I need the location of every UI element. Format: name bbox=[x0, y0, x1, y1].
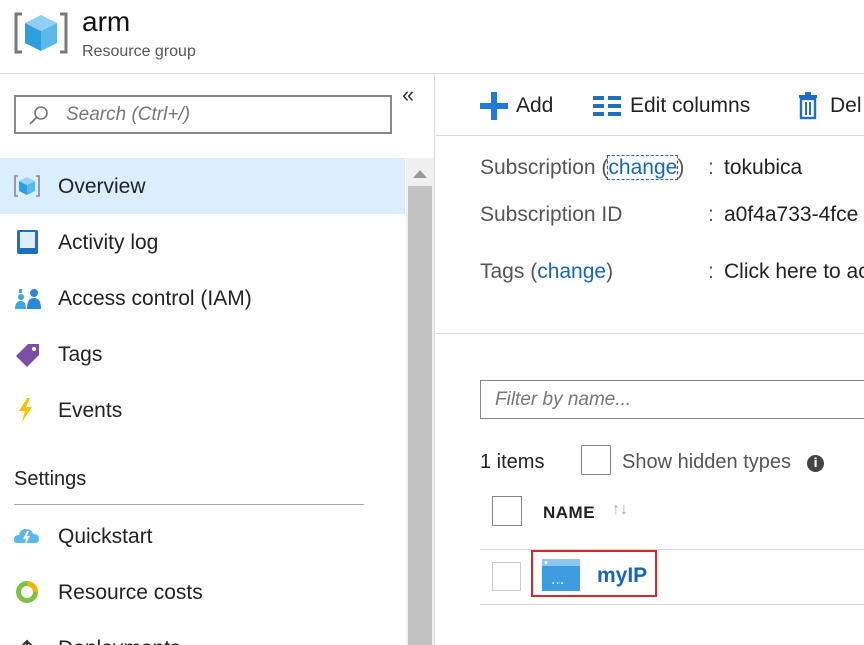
items-count: 1 items bbox=[480, 451, 545, 473]
scrollbar-thumb[interactable] bbox=[408, 186, 432, 645]
show-hidden-types-label: Show hidden types bbox=[622, 451, 792, 473]
sidebar-item-label: Access control (IAM) bbox=[58, 287, 252, 310]
tags-add-link[interactable]: Click here to ac bbox=[724, 260, 864, 284]
search-box[interactable] bbox=[14, 95, 392, 134]
plus-icon bbox=[480, 92, 508, 120]
sidebar-item-label: Quickstart bbox=[58, 525, 153, 548]
filter-input[interactable] bbox=[495, 387, 864, 413]
subscription-change-link[interactable]: change bbox=[607, 155, 679, 180]
page-subtitle: Resource group bbox=[82, 43, 196, 60]
sidebar-item-label: Deployments bbox=[58, 637, 181, 645]
delete-button[interactable]: Del bbox=[796, 92, 864, 120]
subscription-label: Subscription bbox=[480, 156, 596, 179]
tags-label: Tags bbox=[480, 260, 525, 283]
show-hidden-types-checkbox[interactable] bbox=[581, 445, 611, 475]
columns-icon bbox=[593, 96, 621, 116]
svg-text:...: ... bbox=[551, 572, 564, 588]
column-header-name[interactable]: NAME bbox=[543, 503, 595, 523]
command-bar: Add Edit columns Del bbox=[436, 74, 864, 136]
public-ip-icon: ... bbox=[542, 559, 580, 591]
cube-icon bbox=[14, 175, 40, 197]
cloud-quickstart-icon bbox=[14, 529, 39, 545]
page-title: arm bbox=[82, 6, 131, 37]
resource-name-link[interactable]: myIP bbox=[597, 564, 647, 588]
subscription-value-link[interactable]: tokubica bbox=[724, 156, 802, 180]
sidebar-item-label: Resource costs bbox=[58, 581, 203, 604]
row-checkbox[interactable] bbox=[492, 562, 521, 591]
trash-icon bbox=[799, 92, 817, 120]
subscription-id-value: a0f4a733-4fce bbox=[724, 203, 859, 226]
edit-columns-button[interactable]: Edit columns bbox=[593, 92, 783, 120]
collapse-sidebar-button[interactable]: « bbox=[402, 84, 414, 106]
log-book-icon bbox=[17, 230, 38, 254]
settings-section-title: Settings bbox=[14, 468, 87, 490]
row-divider bbox=[480, 604, 864, 605]
sidebar-item-access-control[interactable]: Access control (IAM) bbox=[0, 270, 405, 326]
blade-header: arm Resource group bbox=[0, 0, 864, 74]
search-input[interactable] bbox=[66, 102, 386, 128]
search-icon bbox=[29, 106, 48, 125]
sidebar-item-activity-log[interactable]: Activity log bbox=[0, 214, 405, 270]
resource-group-cube-icon bbox=[14, 12, 68, 54]
sidebar-item-tags[interactable]: Tags bbox=[0, 326, 405, 382]
sidebar-item-quickstart[interactable]: Quickstart bbox=[0, 508, 405, 564]
sidebar: « Overview Activity log Access control (… bbox=[0, 74, 435, 645]
tag-icon bbox=[16, 344, 39, 367]
sidebar-item-label: Overview bbox=[58, 175, 146, 198]
separator: : bbox=[708, 260, 714, 283]
select-all-checkbox[interactable] bbox=[492, 496, 522, 526]
sidebar-scrollbar[interactable] bbox=[406, 158, 434, 645]
lightning-icon bbox=[19, 398, 32, 422]
sidebar-item-deployments[interactable]: Deployments bbox=[0, 620, 405, 645]
sidebar-item-events[interactable]: Events bbox=[0, 382, 405, 438]
sidebar-item-resource-costs[interactable]: Resource costs bbox=[0, 564, 405, 620]
filter-box[interactable] bbox=[480, 380, 864, 419]
tags-change-link[interactable]: change bbox=[537, 260, 606, 283]
people-icon bbox=[15, 289, 41, 309]
essentials-divider bbox=[436, 333, 864, 334]
sort-icon[interactable]: ↑↓ bbox=[612, 501, 628, 519]
upload-arrow-icon bbox=[21, 639, 33, 645]
sidebar-item-overview[interactable]: Overview bbox=[0, 158, 405, 214]
main-content: Add Edit columns Del Subscription (chang… bbox=[436, 74, 864, 645]
settings-divider bbox=[14, 504, 364, 505]
sidebar-item-label: Tags bbox=[58, 343, 103, 366]
subscription-id-label: Subscription ID bbox=[480, 203, 623, 226]
separator: : bbox=[708, 156, 714, 179]
cost-circle-icon bbox=[16, 581, 38, 603]
sidebar-item-label: Events bbox=[58, 399, 123, 422]
sidebar-item-label: Activity log bbox=[58, 231, 159, 254]
info-icon[interactable]: i bbox=[807, 455, 824, 472]
separator: : bbox=[708, 203, 714, 226]
add-button[interactable]: Add bbox=[480, 92, 600, 120]
scroll-up-icon[interactable] bbox=[413, 170, 427, 178]
